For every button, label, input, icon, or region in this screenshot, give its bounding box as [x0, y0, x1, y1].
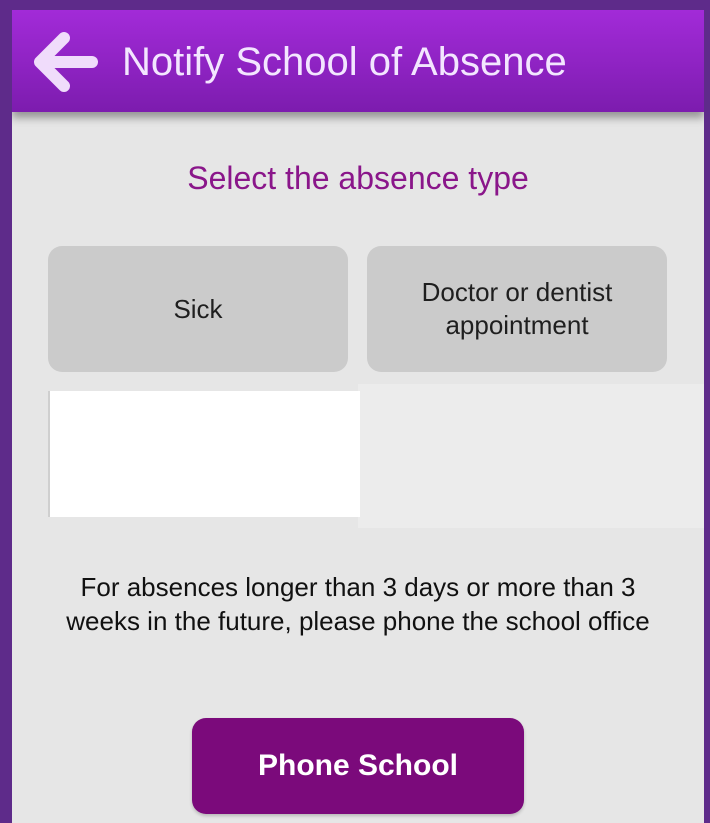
arrow-left-icon — [34, 32, 98, 92]
phone-school-label: Phone School — [257, 749, 458, 782]
absence-type-label: Doctor or dentist appointment — [421, 277, 613, 340]
absence-type-label: Sick — [173, 293, 223, 324]
app-bar: Notify School of Absence — [12, 10, 704, 112]
app-screen: Notify School of Absence Select the abse… — [12, 10, 704, 823]
absence-type-doctor-button[interactable]: Doctor or dentist appointment — [367, 246, 667, 372]
back-button[interactable] — [26, 22, 106, 102]
phone-notice: For absences longer than 3 days or more … — [66, 572, 650, 636]
device-frame: Notify School of Absence Select the abse… — [0, 0, 710, 823]
absence-type-sick-button[interactable]: Sick — [48, 246, 348, 372]
phone-school-button[interactable]: Phone School — [192, 718, 524, 814]
page-title: Notify School of Absence — [122, 40, 567, 84]
empty-slot — [48, 391, 360, 517]
section-heading: Select the absence type — [187, 160, 529, 196]
empty-panel — [358, 384, 704, 528]
